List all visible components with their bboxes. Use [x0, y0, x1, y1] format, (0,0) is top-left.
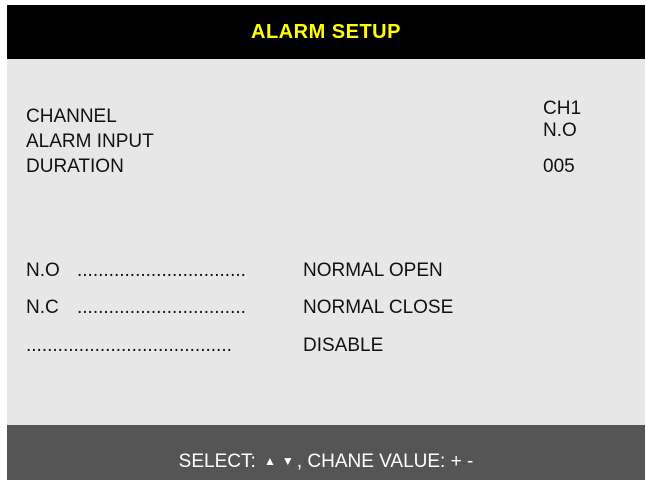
legend-desc-normal-close: NORMAL CLOSE [303, 297, 454, 318]
channel-value[interactable]: CH1 [543, 98, 581, 120]
alarm-input-label: ALARM INPUT [26, 131, 154, 152]
channel-label: CHANNEL [26, 106, 117, 127]
legend-dots: ....................................... [26, 335, 232, 356]
status-bar: SELECT: ▲ ▼, CHANE VALUE: + - [7, 425, 645, 480]
legend-dots: ................................ [77, 260, 246, 281]
alarm-input-value[interactable]: N.O [543, 120, 577, 142]
legend-desc-disable: DISABLE [303, 335, 384, 356]
duration-label: DURATION [26, 156, 124, 177]
osd-screen: ALARM SETUP CHANNEL CH1 ALARM INPUT N.O … [7, 5, 645, 480]
status-hint: SELECT: ▲ ▼, CHANE VALUE: + - [179, 451, 474, 473]
select-label: SELECT: [178, 451, 256, 472]
up-arrow-icon: ▲ [264, 454, 276, 468]
page-title: ALARM SETUP [251, 20, 401, 43]
legend-desc-normal-open: NORMAL OPEN [303, 260, 443, 281]
title-bar: ALARM SETUP [7, 5, 645, 59]
change-value-label: , CHANE VALUE: + - [296, 451, 474, 472]
duration-value[interactable]: 005 [543, 156, 575, 178]
legend-dots: ................................ [77, 297, 246, 318]
down-arrow-icon: ▼ [281, 454, 294, 468]
legend-code-no: N.O [26, 260, 60, 281]
legend-code-nc: N.C [26, 297, 59, 318]
